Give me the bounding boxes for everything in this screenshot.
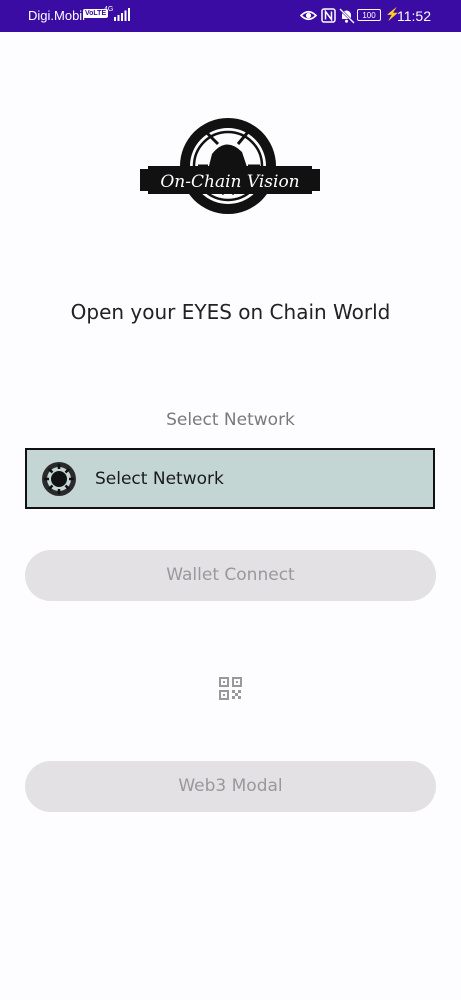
tagline: Open your EYES on Chain World [70,300,391,324]
signal-icon [114,8,130,21]
network-logo-icon [42,462,76,496]
clock: 11:52 [397,8,431,24]
network-dropdown-label: Select Network [95,469,224,489]
status-bar: Digi.Mobil VoLTE 4G 100 ⚡ 11:52 [0,0,461,32]
mute-icon [339,8,355,24]
network-dropdown[interactable]: Select Network [25,448,435,509]
web3-modal-button[interactable]: Web3 Modal [25,761,436,812]
wallet-connect-button[interactable]: Wallet Connect [25,550,436,601]
qr-code-icon[interactable] [219,677,242,700]
battery-icon: 100 [357,9,381,21]
select-network-heading: Select Network [166,410,295,430]
logo-text: On-Chain Vision [160,172,299,192]
app-logo: On-Chain Vision [140,118,320,214]
status-icons [300,8,355,24]
network-type-label: 4G [104,6,114,13]
nfc-icon [321,8,336,23]
eye-icon [300,10,318,21]
battery-level: 100 [362,11,376,20]
carrier-label: Digi.Mobil [28,8,86,23]
